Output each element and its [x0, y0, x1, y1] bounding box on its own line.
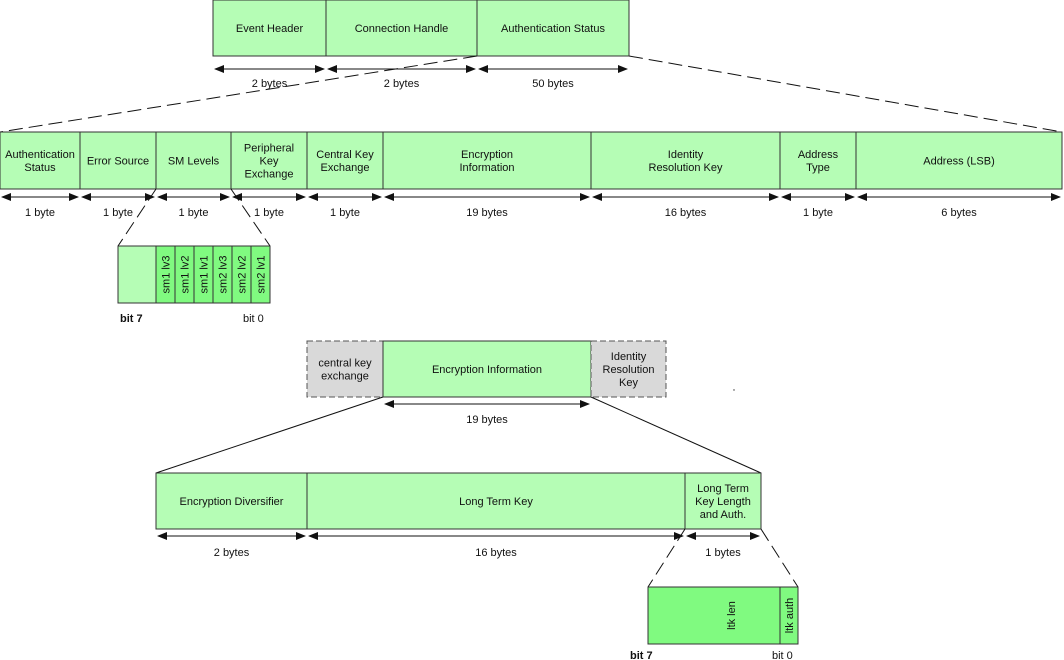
msb-label: bit 7 — [630, 650, 653, 660]
encryption-info-field-label: Long Term Key Length and Auth. — [695, 483, 751, 521]
expansion-line — [628, 55, 1063, 133]
expansion-line — [155, 396, 384, 474]
lsb-label: bit 0 — [243, 313, 264, 325]
sm-level-bit-label: sm2 lv1 — [256, 256, 268, 294]
auth-status-size-label: 1 byte — [330, 207, 360, 219]
auth-status-size-label: 19 bytes — [466, 207, 508, 219]
auth-status-size-label: 1 byte — [254, 207, 284, 219]
auth-status-size-label: 1 byte — [803, 207, 833, 219]
sm-level-bit-label: sm1 lv3 — [161, 256, 173, 294]
sm-level-bit-label: sm2 lv3 — [218, 256, 230, 294]
event-packet-field-label: Event Header — [236, 23, 304, 35]
stray-dot — [733, 389, 735, 391]
event-packet-size-label: 2 bytes — [252, 78, 288, 90]
auth-status-field-label: Encryption Information — [459, 149, 514, 174]
expansion-line — [647, 528, 686, 588]
event-packet-size-label: 2 bytes — [384, 78, 420, 90]
event-packet-size-label: 50 bytes — [532, 78, 574, 90]
auth-status-field-label: Error Source — [87, 156, 149, 168]
auth-status-size-label: 1 byte — [103, 207, 133, 219]
packet-structure-diagram: Event Header 2 bytes Connection Handle 2 by… — [0, 0, 1063, 660]
auth-status-field-label: SM Levels — [168, 156, 220, 168]
encryption-info-size-label: 1 bytes — [705, 547, 741, 559]
ltk-bit-field — [647, 586, 781, 645]
lsb-label: bit 0 — [772, 650, 793, 660]
sm-level-bit-label: sm1 lv2 — [180, 256, 192, 294]
sm-level-bit-label: sm1 lv1 — [199, 256, 211, 294]
auth-status-size-label: 6 bytes — [941, 207, 977, 219]
encryption-info-field-label: Long Term Key — [459, 496, 533, 508]
auth-status-size-label: 1 byte — [179, 207, 209, 219]
encryption-info-field-label: Encryption Diversifier — [180, 496, 284, 508]
encryption-info-size-label: 19 bytes — [466, 414, 508, 426]
auth-status-field-label: Central Key Exchange — [316, 149, 374, 174]
expansion-line — [0, 55, 478, 133]
encryption-info-size-label: 2 bytes — [214, 547, 250, 559]
sm-level-bit — [117, 245, 157, 304]
event-packet-field-label: Authentication Status — [501, 23, 605, 35]
auth-status-size-label: 1 byte — [25, 207, 55, 219]
sm-level-bit-label: sm2 lv2 — [237, 256, 249, 294]
msb-label: bit 7 — [120, 313, 143, 325]
ltk-bit-label: ltk len — [726, 601, 738, 630]
auth-status-field-label: Address (LSB) — [923, 156, 995, 168]
expansion-line — [590, 396, 762, 474]
event-packet-field-label: Connection Handle — [355, 23, 449, 35]
auth-status-size-label: 16 bytes — [665, 207, 707, 219]
expansion-line — [760, 528, 799, 588]
encryption-context-field-label: central key exchange — [318, 358, 372, 383]
encryption-info-size-label: 16 bytes — [475, 547, 517, 559]
ltk-bit-label: ltk auth — [784, 598, 796, 633]
encryption-context-field-label: Encryption Information — [432, 364, 542, 376]
